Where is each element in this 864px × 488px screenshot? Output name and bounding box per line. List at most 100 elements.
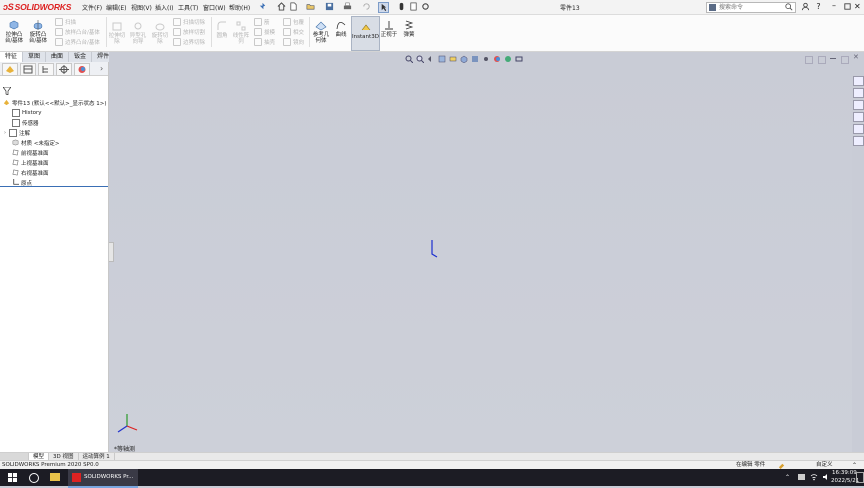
normal-to-button[interactable]: 正视于 <box>380 19 398 38</box>
volume-icon[interactable] <box>822 473 830 481</box>
battery-icon[interactable] <box>798 474 805 480</box>
close-icon[interactable]: ✕ <box>854 2 863 11</box>
appearances-icon[interactable] <box>853 124 864 134</box>
configuration-manager-tab-icon[interactable] <box>38 63 54 76</box>
viewport-close-icon[interactable]: ✕ <box>853 53 859 61</box>
sweep-button[interactable]: 扫描 <box>55 18 76 26</box>
tree-item-annotations[interactable]: › 注解 <box>4 128 30 137</box>
pin-icon[interactable] <box>258 2 267 11</box>
home-icon[interactable] <box>277 2 286 11</box>
print-icon[interactable] <box>343 2 352 11</box>
network-icon[interactable] <box>810 473 818 481</box>
tab-features[interactable]: 特征 <box>0 52 24 62</box>
notifications-icon[interactable] <box>856 472 864 483</box>
draft-button[interactable]: 拔模 <box>254 28 275 36</box>
tree-item-front-plane[interactable]: 前视基准面 <box>12 148 49 157</box>
display-style-icon[interactable] <box>471 55 479 63</box>
viewport-tile-icon[interactable] <box>805 56 813 64</box>
select-icon[interactable] <box>378 2 389 13</box>
minimize-icon[interactable]: – <box>832 2 841 11</box>
menu-file[interactable]: 文件(F) <box>82 3 102 12</box>
taskbar-solidworks-button[interactable]: SOLIDWORKS Pr... <box>68 469 138 488</box>
tree-item-material[interactable]: 材质 <未指定> <box>12 138 59 147</box>
apply-scene-icon[interactable] <box>504 55 512 63</box>
solidworks-resources-icon[interactable] <box>853 76 864 86</box>
hide-show-items-icon[interactable] <box>482 55 490 63</box>
swept-cut-button[interactable]: 扫描切除 <box>173 18 205 26</box>
search-taskbar-icon[interactable] <box>29 473 39 483</box>
dimxpert-manager-tab-icon[interactable] <box>56 63 72 76</box>
rollback-bar[interactable] <box>0 186 108 187</box>
fillet-button[interactable]: 圆角 <box>213 20 231 39</box>
menu-insert[interactable]: 插入(I) <box>155 3 173 12</box>
user-icon[interactable] <box>801 2 810 11</box>
menu-help[interactable]: 帮助(H) <box>229 3 250 12</box>
wrap-button[interactable]: 包覆 <box>283 18 304 26</box>
intersect-button[interactable]: 相交 <box>283 28 304 36</box>
tree-root-part[interactable]: 零件13 (默认<<默认>_显示状态 1>) <box>3 98 106 107</box>
system-tray-expand-icon[interactable]: ⌃ <box>785 474 790 481</box>
revolve-cut-button[interactable]: 旋转切 除 <box>150 20 170 45</box>
open-icon[interactable] <box>306 2 315 11</box>
section-view-icon[interactable] <box>438 55 446 63</box>
new-document-icon[interactable] <box>289 2 298 11</box>
view-settings-icon[interactable] <box>515 55 523 63</box>
dynamic-annotation-icon[interactable] <box>449 55 457 63</box>
viewport-restore-icon[interactable] <box>818 56 826 64</box>
view-orientation-icon[interactable] <box>460 55 468 64</box>
file-explorer-icon[interactable] <box>853 100 864 110</box>
save-icon[interactable] <box>325 2 334 11</box>
graphics-area[interactable]: *等轴测 <box>108 52 852 453</box>
extrude-cut-button[interactable]: 拉伸切 除 <box>107 20 127 45</box>
tree-item-sensors[interactable]: 传感器 <box>12 118 39 127</box>
view-triad[interactable] <box>115 412 139 436</box>
menu-edit[interactable]: 编辑(E) <box>106 3 126 12</box>
search-input[interactable] <box>719 3 779 12</box>
loft-button[interactable]: 放样凸台/基体 <box>55 28 100 36</box>
solidworks-logo[interactable]: ↄS SOLIDWORKS <box>3 1 71 13</box>
tab-sheet-metal[interactable]: 钣金 <box>69 52 93 62</box>
rib-button[interactable]: 筋 <box>254 18 270 26</box>
tab-surfaces[interactable]: 曲面 <box>46 52 70 62</box>
file-explorer-taskbar-icon[interactable] <box>50 473 60 481</box>
mirror-button[interactable]: 镜向 <box>283 38 304 46</box>
display-manager-tab-icon[interactable] <box>74 63 90 76</box>
view-palette-icon[interactable] <box>853 112 864 122</box>
instant3d-button[interactable]: Instant3D <box>351 16 380 51</box>
filter-icon[interactable] <box>2 86 12 96</box>
extrude-boss-button[interactable]: 拉伸凸 台/基体 <box>3 19 25 44</box>
help-icon[interactable]: ? <box>814 2 823 11</box>
shell-button[interactable]: 抽壳 <box>254 38 275 46</box>
edit-appearance-icon[interactable] <box>493 55 501 63</box>
rebuild-icon[interactable] <box>397 2 406 11</box>
tab-sketch[interactable]: 草图 <box>23 52 47 62</box>
feature-manager-tab-icon[interactable] <box>2 63 18 76</box>
file-properties-icon[interactable] <box>409 2 418 11</box>
menu-window[interactable]: 窗口(W) <box>203 3 226 12</box>
boundary-cut-button[interactable]: 边界切除 <box>173 38 205 46</box>
search-box[interactable] <box>706 2 796 13</box>
tree-item-right-plane[interactable]: 右视基准面 <box>12 168 49 177</box>
previous-view-icon[interactable] <box>427 55 435 63</box>
viewport-minimize-icon[interactable] <box>830 58 836 59</box>
expand-arrow-icon[interactable]: › <box>4 130 6 136</box>
custom-properties-icon[interactable] <box>853 136 864 146</box>
spring-button[interactable]: 弹簧 <box>400 19 418 38</box>
search-scope-icon[interactable] <box>709 4 716 11</box>
taskbar-time[interactable]: 16:39:09 <box>832 470 857 476</box>
hole-wizard-button[interactable]: 异型孔 向导 <box>128 20 148 45</box>
design-library-icon[interactable] <box>853 88 864 98</box>
restore-icon[interactable] <box>843 2 852 11</box>
rebuild-status-icon[interactable] <box>778 462 785 469</box>
curves-button[interactable]: 曲线 <box>332 19 350 38</box>
menu-view[interactable]: 视图(V) <box>131 3 152 12</box>
reference-geometry-button[interactable]: 参考几 何体 <box>311 19 331 44</box>
boundary-button[interactable]: 边界凸台/基体 <box>55 38 100 46</box>
viewport-maximize-icon[interactable] <box>841 56 849 64</box>
linear-pattern-button[interactable]: 线性阵 列 <box>231 20 251 45</box>
tree-item-history[interactable]: History <box>12 108 42 117</box>
lofted-cut-button[interactable]: 放样切割 <box>173 28 205 36</box>
windows-start-icon[interactable] <box>8 473 17 482</box>
expand-tabs-icon[interactable]: › <box>100 64 103 73</box>
revolve-boss-button[interactable]: 旋转凸 台/基体 <box>27 19 49 44</box>
